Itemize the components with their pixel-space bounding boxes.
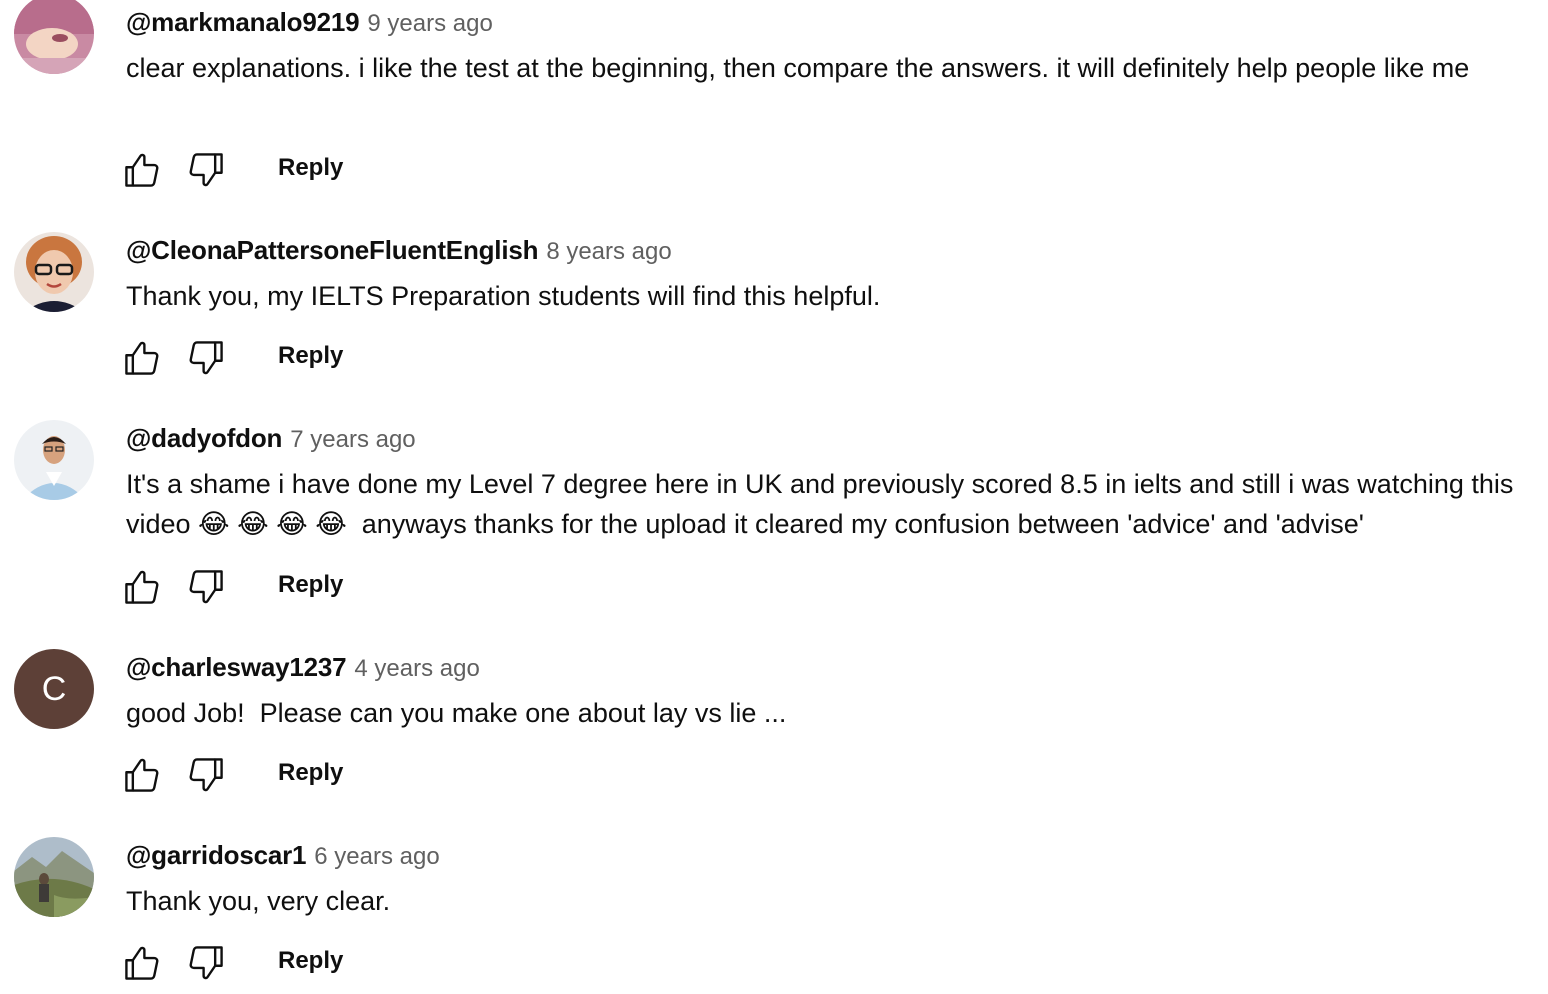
comments-section: @markmanalo9219 9 years ago clear explana… (0, 0, 1548, 994)
comment-timestamp[interactable]: 7 years ago (290, 426, 415, 453)
reply-button[interactable]: Reply (278, 759, 343, 787)
comment-text: clear explanations. i like the test at t… (126, 53, 1470, 83)
dislike-button[interactable] (184, 565, 228, 609)
dislike-button[interactable] (184, 753, 228, 797)
avatar[interactable] (14, 232, 94, 312)
thumbs-down-icon (184, 565, 228, 609)
like-button[interactable] (120, 753, 164, 797)
avatar-letter: C (41, 669, 67, 708)
reply-button[interactable]: Reply (278, 154, 343, 182)
thumbs-up-icon (120, 565, 164, 609)
thumbs-up-icon (120, 336, 164, 380)
like-button[interactable] (120, 941, 164, 985)
comment-timestamp[interactable]: 8 years ago (546, 238, 671, 265)
avatar[interactable]: C (14, 649, 94, 729)
thumbs-down-icon (184, 753, 228, 797)
avatar[interactable] (14, 420, 94, 500)
comment-author[interactable]: @markmanalo9219 (126, 7, 360, 37)
comment-author[interactable]: @garridoscar1 (126, 840, 306, 870)
avatar[interactable] (14, 837, 94, 917)
like-button[interactable] (120, 336, 164, 380)
thumbs-up-icon (120, 148, 164, 192)
thumbs-down-icon (184, 148, 228, 192)
like-button[interactable] (120, 148, 164, 192)
comment-header: @garridoscar1 6 years ago (126, 840, 440, 875)
reply-button[interactable]: Reply (278, 342, 343, 370)
comment-timestamp[interactable]: 9 years ago (367, 10, 492, 37)
comment-text: It's a shame i have done my Level 7 degr… (126, 469, 1521, 539)
comment-timestamp[interactable]: 6 years ago (314, 843, 439, 870)
comment-header: @charlesway1237 4 years ago (126, 652, 480, 687)
comment-text: Thank you, very clear. (126, 886, 391, 916)
avatar[interactable] (14, 0, 94, 74)
dislike-button[interactable] (184, 941, 228, 985)
thumbs-up-icon (120, 941, 164, 985)
comment-header: @markmanalo9219 9 years ago (126, 7, 493, 42)
dislike-button[interactable] (184, 148, 228, 192)
comment-text: Thank you, my IELTS Preparation students… (126, 281, 881, 311)
reply-button[interactable]: Reply (278, 571, 343, 599)
comment-author[interactable]: @dadyofdon (126, 423, 282, 453)
like-button[interactable] (120, 565, 164, 609)
dislike-button[interactable] (184, 336, 228, 380)
comment-header: @CleonaPattersoneFluentEnglish 8 years ag… (126, 235, 672, 270)
comment-text: good Job! Please can you make one about … (126, 698, 787, 728)
thumbs-down-icon (184, 336, 228, 380)
thumbs-down-icon (184, 941, 228, 985)
comment-author[interactable]: @CleonaPattersoneFluentEnglish (126, 235, 539, 265)
reply-button[interactable]: Reply (278, 947, 343, 975)
thumbs-up-icon (120, 753, 164, 797)
comment-author[interactable]: @charlesway1237 (126, 652, 347, 682)
comment-header: @dadyofdon 7 years ago (126, 423, 416, 458)
comment-timestamp[interactable]: 4 years ago (354, 655, 479, 682)
